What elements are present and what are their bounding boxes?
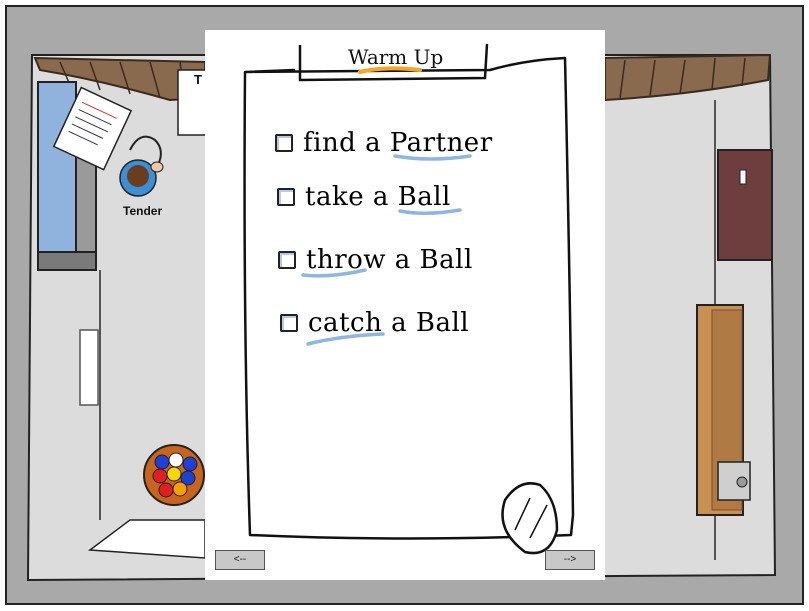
task-suffix: a Ball xyxy=(386,245,473,275)
checklist-title: Warm Up xyxy=(348,45,444,69)
task-suffix: a Ball xyxy=(382,308,470,338)
task-throw-ball: throw a Ball xyxy=(278,245,473,275)
task-checkbox[interactable] xyxy=(280,314,298,332)
checklist-overlay: Warm Up find a Partner take a Ball throw… xyxy=(205,30,605,580)
red-door xyxy=(717,149,773,261)
checklist-sheet xyxy=(243,43,575,555)
task-checkbox[interactable] xyxy=(275,134,293,152)
task-keyword: catch xyxy=(308,308,383,338)
prev-page-button[interactable]: <-- xyxy=(215,550,265,570)
blue-window xyxy=(37,81,77,258)
task-keyword: throw xyxy=(306,245,387,275)
task-find-partner: find a Partner xyxy=(275,128,493,158)
task-prefix: find a xyxy=(303,128,390,158)
task-checkbox[interactable] xyxy=(278,251,296,269)
ball-tray xyxy=(143,444,205,506)
task-keyword: Partner xyxy=(389,128,493,158)
task-take-ball: take a Ball xyxy=(277,182,451,212)
next-page-button[interactable]: --> xyxy=(545,550,595,570)
task-prefix: take a xyxy=(305,182,398,212)
task-keyword: Ball xyxy=(397,182,451,212)
task-checkbox[interactable] xyxy=(277,188,295,206)
ball-icon xyxy=(501,482,559,555)
npc-name-label: Tender xyxy=(123,204,163,218)
task-catch-ball: catch a Ball xyxy=(280,308,469,338)
partial-sign-text: T xyxy=(194,72,202,87)
